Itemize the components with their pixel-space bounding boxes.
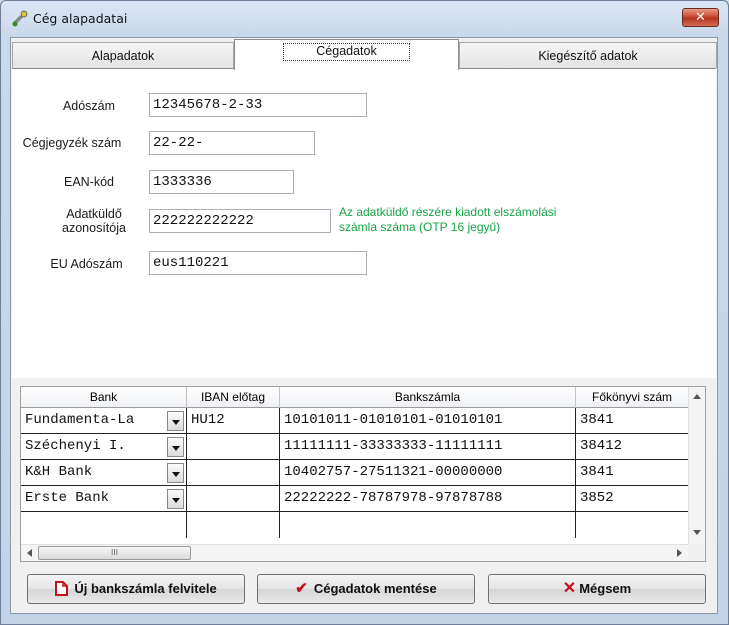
col-header-bank[interactable]: Bank [21,387,187,408]
col-header-fokonyvi[interactable]: Főkönyvi szám [576,387,689,408]
save-company-data-button[interactable]: ✔ Cégadatok mentése [257,574,475,604]
scroll-left-icon[interactable] [27,549,32,557]
vertical-scrollbar[interactable] [688,387,705,544]
bank-dropdown-icon[interactable] [167,489,184,509]
scroll-up-icon[interactable] [693,394,701,399]
new-document-icon [55,581,69,596]
ledger-cell[interactable]: 3841 [576,408,689,434]
close-button[interactable]: ✕ [682,8,719,27]
tab-label: Kiegészítő adatok [538,49,638,63]
app-tools-icon [12,10,28,27]
adoszam-label: Adószám [62,99,116,113]
bank-cell[interactable]: K&H Bank [21,460,187,486]
tab-alapadatok[interactable]: Alapadatok [12,42,234,68]
adatkuldo-field[interactable]: 222222222222 [149,209,331,233]
ean-field[interactable]: 1333336 [149,170,294,194]
checkmark-icon: ✔ [295,580,308,597]
tab-label: Cégadatok [283,43,410,61]
scroll-thumb[interactable]: III [38,546,191,560]
scrollbar-corner [688,544,705,561]
ledger-cell[interactable]: 38412 [576,434,689,460]
adatkuldo-label-line2: azonosítója [62,221,126,235]
account-cell[interactable]: 11111111-33333333-11111111 [280,434,576,460]
eu-adoszam-field[interactable]: eus110221 [149,251,367,275]
new-row-account-cell[interactable] [280,512,576,538]
window-title: Cég alapadatai [33,11,128,26]
new-row-bank-cell[interactable] [21,512,187,538]
bank-cell[interactable]: Fundamenta-La [21,408,187,434]
title-bar[interactable]: Cég alapadatai ✕ [1,1,728,35]
scroll-down-icon[interactable] [693,530,701,535]
tab-kiegeszito-adatok[interactable]: Kiegészítő adatok [459,42,717,68]
iban-cell[interactable] [187,486,280,512]
hint-line1: Az adatküldő részére kiadott elszámolási [339,205,557,219]
hint-line2: számla száma (OTP 16 jegyű) [339,220,501,234]
iban-cell[interactable] [187,434,280,460]
save-label: Cégadatok mentése [313,581,437,596]
bank-accounts-grid: Bank IBAN előtag Bankszámla Főkönyvi szá… [20,386,706,562]
col-header-bankszamla[interactable]: Bankszámla [280,387,576,408]
cancel-button[interactable]: ✕ Mégsem [488,574,706,604]
cegjegyzek-field[interactable]: 22-22- [149,131,315,155]
cegjegyzek-label: Cégjegyzék szám [22,136,122,150]
scroll-right-icon[interactable] [677,549,682,557]
iban-cell[interactable]: HU12 [187,408,280,434]
adatkuldo-hint: Az adatküldő részére kiadott elszámolási… [339,205,556,235]
cancel-label: Mégsem [579,581,632,596]
cancel-x-icon: ✕ [562,580,577,597]
main-panel: Alapadatok Cégadatok Kiegészítő adatok A… [10,37,718,614]
eu-adoszam-label: EU Adószám [50,257,123,271]
bank-dropdown-icon[interactable] [167,463,184,483]
ledger-cell[interactable]: 3841 [576,460,689,486]
new-row-iban-cell[interactable] [187,512,280,538]
tab-label: Alapadatok [91,49,155,63]
account-cell[interactable]: 10101011-01010101-01010101 [280,408,576,434]
new-bank-account-label: Új bankszámla felvitele [74,581,217,596]
adatkuldo-label-line1: Adatküldő [66,207,122,221]
tab-cegadatok[interactable]: Cégadatok [234,39,459,70]
bank-dropdown-icon[interactable] [167,411,184,431]
ledger-cell[interactable]: 3852 [576,486,689,512]
account-cell[interactable]: 22222222-78787978-97878788 [280,486,576,512]
account-cell[interactable]: 10402757-27511321-00000000 [280,460,576,486]
ean-label: EAN-kód [63,175,115,189]
tab-strip: Alapadatok Cégadatok Kiegészítő adatok [12,39,717,70]
bank-dropdown-icon[interactable] [167,437,184,457]
new-bank-account-button[interactable]: Új bankszámla felvitele [27,574,245,604]
bank-cell[interactable]: Széchenyi I. [21,434,187,460]
bank-cell[interactable]: Erste Bank [21,486,187,512]
horizontal-scrollbar[interactable]: III [21,544,688,561]
iban-cell[interactable] [187,460,280,486]
tab-content-cegadatok: Adószám 12345678-2-33 Cégjegyzék szám 22… [12,68,716,378]
col-header-iban[interactable]: IBAN előtag [187,387,280,408]
new-row-ledger-cell[interactable] [576,512,689,538]
adoszam-field[interactable]: 12345678-2-33 [149,93,367,117]
dialog-window: Cég alapadatai ✕ Alapadatok Cégadatok Ki… [0,0,729,625]
